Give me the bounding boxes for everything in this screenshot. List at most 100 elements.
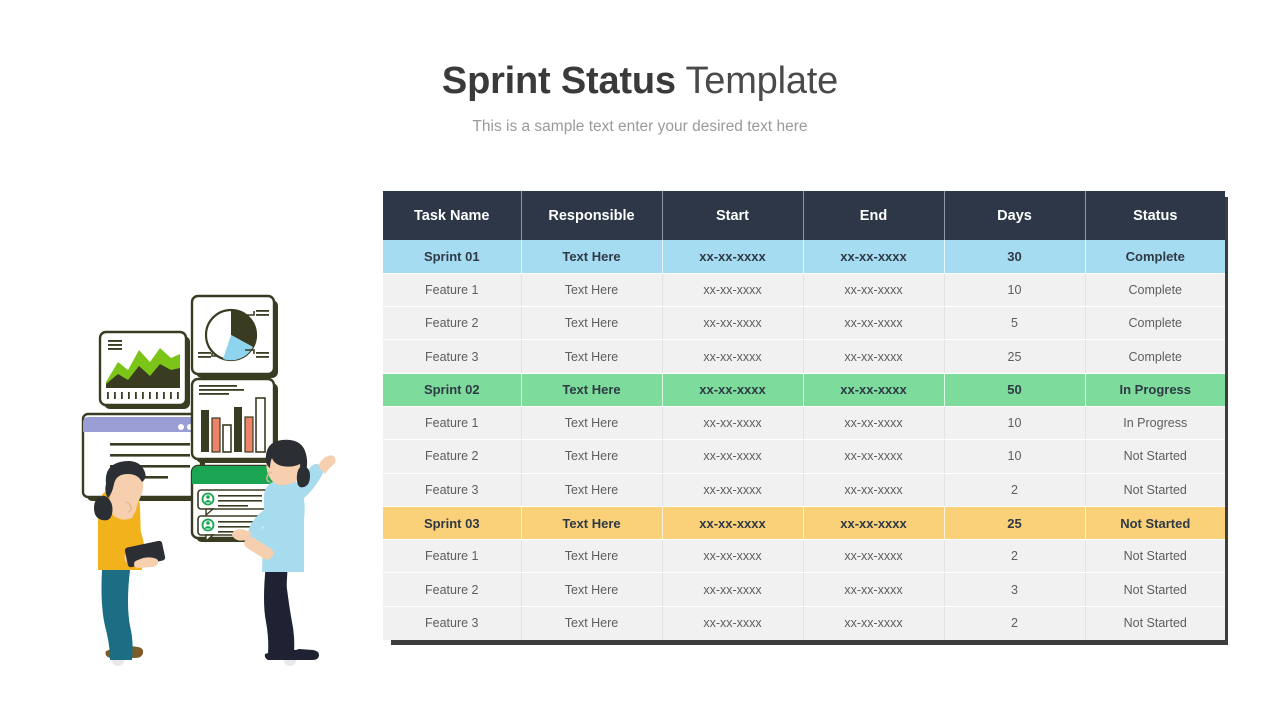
cell-task: Sprint 03 — [383, 506, 522, 541]
browser-window-card — [81, 412, 205, 501]
table-header-row: Task Name Responsible Start End Days Status — [383, 191, 1225, 240]
cell-responsible: Text Here — [521, 306, 663, 341]
cell-days: 50 — [944, 373, 1086, 407]
cell-status: In Progress — [1085, 373, 1225, 407]
cell-responsible: Text Here — [521, 439, 663, 474]
cell-end: xx-xx-xxxx — [803, 606, 945, 640]
table-row-sprint[interactable]: Sprint 02 Text Here xx-xx-xxxx xx-xx-xxxx 50… — [383, 373, 1225, 407]
table-row-feature[interactable]: Feature 3 Text Here xx-xx-xxxx xx-xx-xxxx 25… — [383, 339, 1225, 374]
cell-start: xx-xx-xxxx — [662, 339, 804, 374]
table-row-feature[interactable]: Feature 3 Text Here xx-xx-xxxx xx-xx-xxxx 2 N… — [383, 606, 1225, 640]
cell-responsible: Text Here — [521, 406, 663, 441]
sprint-status-table: Task Name Responsible Start End Days Status S… — [383, 191, 1225, 640]
cell-days: 10 — [944, 439, 1086, 474]
table-row-feature[interactable]: Feature 1 Text Here xx-xx-xxxx xx-xx-xxxx 10… — [383, 406, 1225, 441]
cell-responsible: Text Here — [521, 506, 663, 541]
cell-end: xx-xx-xxxx — [803, 539, 945, 574]
cell-responsible: Text Here — [521, 273, 663, 308]
table-row-feature[interactable]: Feature 3 Text Here xx-xx-xxxx xx-xx-xxxx 2 N… — [383, 473, 1225, 507]
cell-days: 25 — [944, 339, 1086, 374]
table-header: Task Name Responsible Start End Days Status — [383, 191, 1225, 240]
cell-start: xx-xx-xxxx — [662, 473, 804, 507]
table-body: Sprint 01 Text Here xx-xx-xxxx xx-xx-xxxx 30… — [383, 240, 1225, 640]
column-header-status[interactable]: Status — [1085, 191, 1225, 240]
cell-start: xx-xx-xxxx — [662, 606, 804, 640]
column-header-days[interactable]: Days — [944, 191, 1086, 240]
cell-end: xx-xx-xxxx — [803, 373, 945, 407]
cell-responsible: Text Here — [521, 606, 663, 640]
column-header-task-name[interactable]: Task Name — [383, 191, 522, 240]
table-row-sprint[interactable]: Sprint 01 Text Here xx-xx-xxxx xx-xx-xxxx 30… — [383, 240, 1225, 274]
table-row-feature[interactable]: Feature 2 Text Here xx-xx-xxxx xx-xx-xxxx 10… — [383, 439, 1225, 474]
pie-chart-card — [190, 294, 278, 378]
slide-root: Sprint Status Template This is a sample … — [0, 0, 1280, 720]
table-row-feature[interactable]: Feature 2 Text Here xx-xx-xxxx xx-xx-xxxx 5 C… — [383, 306, 1225, 341]
cell-days: 10 — [944, 406, 1086, 441]
cell-end: xx-xx-xxxx — [803, 273, 945, 308]
bar-chart-card — [190, 377, 278, 463]
cell-status: Not Started — [1085, 506, 1225, 541]
cell-task: Sprint 02 — [383, 373, 522, 407]
pie-chart-icon — [204, 308, 258, 362]
cell-task: Feature 1 — [383, 273, 522, 308]
cell-status: Not Started — [1085, 439, 1225, 474]
cell-start: xx-xx-xxxx — [662, 439, 804, 474]
cell-responsible: Text Here — [521, 539, 663, 574]
cell-status: Not Started — [1085, 572, 1225, 607]
cell-task: Feature 3 — [383, 473, 522, 507]
cell-task: Feature 1 — [383, 406, 522, 441]
table-row-feature[interactable]: Feature 1 Text Here xx-xx-xxxx xx-xx-xxxx 10… — [383, 273, 1225, 308]
cell-responsible: Text Here — [521, 373, 663, 407]
cell-days: 10 — [944, 273, 1086, 308]
cell-task: Feature 3 — [383, 339, 522, 374]
page-subtitle: This is a sample text enter your desired… — [472, 118, 808, 135]
cell-status: Complete — [1085, 273, 1225, 308]
title-block: Sprint Status Template This is a sample … — [0, 56, 1280, 136]
cell-responsible: Text Here — [521, 572, 663, 607]
cell-status: Not Started — [1085, 473, 1225, 507]
cell-end: xx-xx-xxxx — [803, 473, 945, 507]
cell-start: xx-xx-xxxx — [662, 273, 804, 308]
cell-end: xx-xx-xxxx — [803, 240, 945, 274]
cell-responsible: Text Here — [521, 339, 663, 374]
table-row-feature[interactable]: Feature 2 Text Here xx-xx-xxxx xx-xx-xxxx 3 N… — [383, 572, 1225, 607]
hamburger-icon — [108, 340, 122, 350]
cell-task: Feature 3 — [383, 606, 522, 640]
cell-days: 2 — [944, 473, 1086, 507]
cell-days: 30 — [944, 240, 1086, 274]
cell-task: Feature 1 — [383, 539, 522, 574]
cell-start: xx-xx-xxxx — [662, 406, 804, 441]
area-chart-card — [98, 330, 190, 409]
cell-end: xx-xx-xxxx — [803, 406, 945, 441]
cell-days: 2 — [944, 539, 1086, 574]
cell-days: 3 — [944, 572, 1086, 607]
cell-start: xx-xx-xxxx — [662, 539, 804, 574]
cell-task: Feature 2 — [383, 306, 522, 341]
cell-end: xx-xx-xxxx — [803, 506, 945, 541]
cell-task: Sprint 01 — [383, 240, 522, 274]
table-row-feature[interactable]: Feature 1 Text Here xx-xx-xxxx xx-xx-xxxx 2 N… — [383, 539, 1225, 574]
cell-end: xx-xx-xxxx — [803, 572, 945, 607]
cell-status: Complete — [1085, 306, 1225, 341]
table-row-sprint[interactable]: Sprint 03 Text Here xx-xx-xxxx xx-xx-xxxx 25… — [383, 506, 1225, 541]
cell-end: xx-xx-xxxx — [803, 439, 945, 474]
column-header-responsible[interactable]: Responsible — [521, 191, 663, 240]
cell-task: Feature 2 — [383, 572, 522, 607]
cell-status: Complete — [1085, 339, 1225, 374]
cell-task: Feature 2 — [383, 439, 522, 474]
column-header-end[interactable]: End — [803, 191, 945, 240]
column-header-start[interactable]: Start — [662, 191, 804, 240]
cell-start: xx-xx-xxxx — [662, 572, 804, 607]
cell-start: xx-xx-xxxx — [662, 506, 804, 541]
sprint-status-table-wrapper: Task Name Responsible Start End Days Status S… — [383, 191, 1225, 640]
cell-responsible: Text Here — [521, 240, 663, 274]
cell-status: In Progress — [1085, 406, 1225, 441]
page-title-bold: Sprint Status — [441, 60, 676, 102]
cell-start: xx-xx-xxxx — [662, 373, 804, 407]
cell-days: 2 — [944, 606, 1086, 640]
page-title: Sprint Status Template — [0, 56, 1280, 106]
cell-status: Not Started — [1085, 606, 1225, 640]
dashboard-illustration — [40, 270, 370, 670]
page-title-light: Template — [685, 60, 839, 102]
cell-responsible: Text Here — [521, 473, 663, 507]
